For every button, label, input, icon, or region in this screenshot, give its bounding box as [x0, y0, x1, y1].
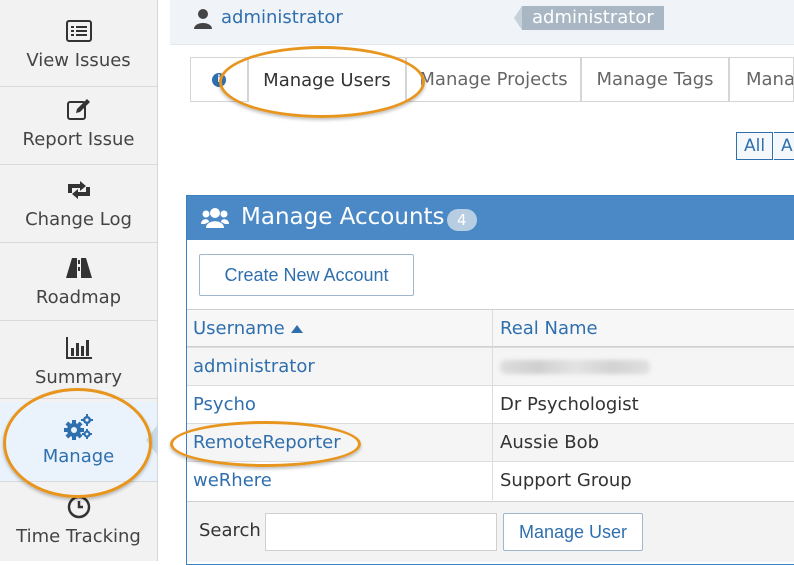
table-row: RemoteReporter Aussie Bob: [187, 423, 794, 462]
sidebar-item-report-issue[interactable]: Report Issue: [0, 87, 157, 165]
sidebar: View Issues Report Issue Change Log Road…: [0, 0, 158, 561]
sidebar-item-label: View Issues: [26, 50, 131, 71]
info-icon: i: [212, 72, 226, 87]
tab-manage-more[interactable]: Mana: [729, 57, 794, 101]
column-divider: [492, 310, 493, 348]
sidebar-item-summary[interactable]: Summary: [0, 321, 157, 399]
sidebar-item-label: Change Log: [25, 209, 132, 230]
create-new-account-button[interactable]: Create New Account: [199, 254, 414, 296]
search-label: Search: [199, 520, 261, 541]
clock-icon: [66, 494, 92, 520]
column-label: Username: [193, 318, 285, 339]
sidebar-item-time-tracking[interactable]: Time Tracking: [0, 482, 157, 561]
column-divider: [492, 462, 493, 500]
road-icon: [65, 255, 93, 281]
column-divider: [492, 348, 493, 386]
redacted-text: [500, 360, 650, 374]
table-header-row: Username Real Name: [187, 309, 794, 348]
realname-cell: Aussie Bob: [500, 432, 600, 453]
table-row: Psycho Dr Psychologist: [187, 385, 794, 424]
breadcrumb: administrator administrator: [170, 0, 794, 45]
column-divider: [492, 386, 493, 424]
tab-label: Manage Projects: [419, 69, 568, 90]
column-header-realname[interactable]: Real Name: [500, 310, 598, 348]
realname-cell: Support Group: [500, 470, 632, 491]
sort-ascending-icon: [290, 325, 303, 333]
sidebar-item-roadmap[interactable]: Roadmap: [0, 243, 157, 321]
username-link[interactable]: administrator: [193, 348, 315, 386]
breadcrumb-user-link[interactable]: administrator: [221, 7, 343, 28]
active-indicator: [146, 424, 158, 456]
filter-all-button[interactable]: All: [736, 132, 774, 160]
filter-a-button[interactable]: A: [774, 132, 794, 160]
tab-manage-tags[interactable]: Manage Tags: [581, 57, 729, 101]
tab-manage-projects[interactable]: Manage Projects: [406, 57, 581, 101]
table-row: weRhere Support Group: [187, 461, 794, 500]
bar-chart-icon: [65, 335, 93, 361]
search-input[interactable]: [265, 513, 497, 551]
user-icon: [193, 8, 213, 34]
sidebar-item-label: Time Tracking: [16, 526, 141, 547]
sidebar-item-view-issues[interactable]: View Issues: [0, 0, 157, 87]
table-row: administrator: [187, 347, 794, 386]
tab-label: Mana: [746, 69, 794, 90]
tab-manage-users[interactable]: Manage Users: [248, 57, 406, 102]
manage-accounts-panel: Manage Accounts 4 Create New Account Use…: [186, 195, 794, 565]
username-link[interactable]: Psycho: [193, 386, 256, 424]
gears-icon: [63, 414, 95, 440]
manage-user-button[interactable]: Manage User: [503, 513, 643, 551]
realname-cell-redacted: [500, 348, 650, 386]
users-icon: [201, 206, 229, 234]
account-count-badge: 4: [447, 209, 477, 231]
breadcrumb-access-level: administrator: [514, 6, 664, 30]
edit-icon: [66, 97, 92, 123]
realname-cell: Dr Psychologist: [500, 394, 639, 415]
retweet-icon: [64, 177, 94, 203]
sidebar-item-label: Report Issue: [22, 129, 135, 150]
tab-info[interactable]: i: [190, 57, 248, 101]
column-header-username[interactable]: Username: [193, 310, 303, 348]
column-divider: [492, 424, 493, 462]
search-footer: Search Manage User: [187, 501, 794, 562]
tab-label: Manage Users: [263, 69, 391, 91]
username-link[interactable]: weRhere: [193, 462, 272, 500]
manage-tabs: i Manage Users Manage Projects Manage Ta…: [190, 57, 794, 102]
panel-header: Manage Accounts 4: [187, 196, 794, 240]
sidebar-item-label: Roadmap: [35, 287, 122, 308]
sidebar-item-label: Manage: [42, 446, 115, 467]
username-link[interactable]: RemoteReporter: [193, 424, 341, 462]
sidebar-item-label: Summary: [35, 367, 122, 388]
panel-title: Manage Accounts: [241, 204, 445, 230]
tab-label: Manage Tags: [596, 69, 714, 90]
list-icon: [65, 18, 92, 44]
sidebar-item-change-log[interactable]: Change Log: [0, 165, 157, 243]
sidebar-item-manage[interactable]: Manage: [0, 402, 158, 482]
